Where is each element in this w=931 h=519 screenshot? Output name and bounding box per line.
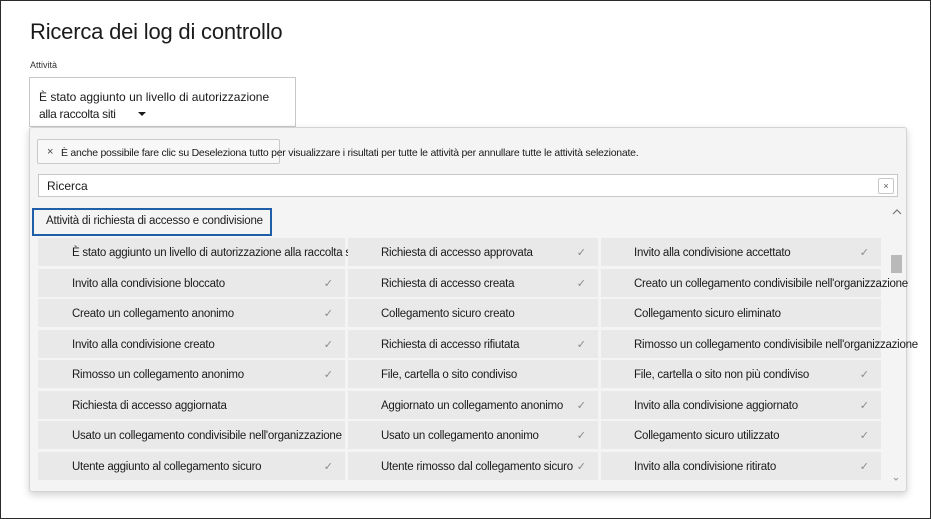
checkmark-icon: ✓ bbox=[323, 277, 333, 290]
activity-option[interactable]: Utente rimosso dal collegamento sicuro ✓ bbox=[348, 451, 598, 481]
scroll-down-icon[interactable] bbox=[893, 476, 899, 482]
activity-option-label: Invito alla condivisione creato bbox=[72, 338, 215, 351]
info-message-text: È anche possibile fare clic su Deselezio… bbox=[61, 147, 639, 159]
activity-option-label: Collegamento sicuro utilizzato bbox=[634, 430, 780, 442]
activity-option-label: È stato aggiunto un livello di autorizza… bbox=[72, 247, 359, 259]
activity-option[interactable]: Invito alla condivisione ritirato ✓ bbox=[601, 451, 881, 481]
activity-option[interactable]: Richiesta di accesso creata ✓ bbox=[348, 268, 598, 298]
activity-option-label: Richiesta di accesso approvata bbox=[381, 247, 533, 259]
activity-option[interactable]: Collegamento sicuro eliminato bbox=[601, 299, 881, 328]
checkmark-icon: ✓ bbox=[576, 247, 586, 259]
group-header-access-sharing[interactable]: Attività di richiesta di accesso e condi… bbox=[32, 208, 272, 236]
page-title: Ricerca dei log di controllo bbox=[30, 19, 283, 44]
activity-option-label: Collegamento sicuro eliminato bbox=[634, 308, 781, 320]
activity-option[interactable]: Usato un collegamento anonimo ✓ bbox=[348, 421, 598, 450]
activity-grid: È stato aggiunto un livello di autorizza… bbox=[38, 238, 918, 483]
checkmark-icon: ✓ bbox=[576, 399, 586, 412]
search-input[interactable] bbox=[39, 175, 869, 196]
checkmark-icon: ✓ bbox=[576, 338, 586, 351]
activity-option[interactable]: Utente aggiunto al collegamento sicuro ✓ bbox=[38, 451, 345, 481]
activity-option[interactable]: Collegamento sicuro utilizzato ✓ bbox=[601, 421, 881, 450]
activity-row: Usato un collegamento condivisibile nell… bbox=[38, 421, 883, 452]
activity-option[interactable]: Invito alla condivisione bloccato ✓ bbox=[38, 268, 345, 298]
activity-option-label: Usato un collegamento condivisibile nell… bbox=[72, 430, 342, 442]
activity-option-label: Invito alla condivisione aggiornato bbox=[634, 399, 798, 412]
group-header-label: Attività di richiesta di accesso e condi… bbox=[46, 215, 263, 227]
activity-option[interactable]: Richiesta di accesso approvata ✓ bbox=[348, 238, 598, 267]
clear-search-icon[interactable]: × bbox=[878, 178, 894, 194]
activity-option[interactable]: Richiesta di accesso rifiutata ✓ bbox=[348, 329, 598, 359]
activity-option-label: Aggiornato un collegamento anonimo bbox=[381, 399, 564, 412]
activity-option-label: Richiesta di accesso creata bbox=[381, 277, 515, 290]
activity-option[interactable]: È stato aggiunto un livello di autorizza… bbox=[38, 238, 359, 267]
checkmark-icon: ✓ bbox=[859, 460, 869, 473]
activity-row: Creato un collegamento anonimo ✓ Collegame… bbox=[38, 299, 883, 330]
activity-option[interactable]: Rimosso un collegamento condivisibile ne… bbox=[601, 329, 918, 359]
checkmark-icon: ✓ bbox=[576, 277, 586, 290]
activity-option-label: Rimosso un collegamento condivisibile ne… bbox=[634, 338, 918, 351]
activity-option[interactable]: Richiesta di accesso aggiornata bbox=[38, 390, 345, 420]
activities-label: Attività bbox=[30, 60, 58, 70]
activity-option-label: File, cartella o sito non più condiviso bbox=[634, 369, 809, 381]
activity-option-label: Utente rimosso dal collegamento sicuro bbox=[381, 460, 573, 473]
activity-option-label: Invito alla condivisione accettato bbox=[634, 247, 791, 259]
scrollbar[interactable] bbox=[890, 208, 904, 490]
select-value-line1: È stato aggiunto un livello di autorizza… bbox=[39, 90, 270, 104]
activities-select[interactable]: È stato aggiunto un livello di autorizza… bbox=[29, 77, 296, 127]
scrollbar-thumb[interactable] bbox=[891, 255, 902, 273]
activity-option[interactable]: Rimosso un collegamento anonimo ✓ bbox=[38, 360, 345, 389]
activity-option-label: Collegamento sicuro creato bbox=[381, 308, 515, 320]
checkmark-icon: ✓ bbox=[859, 430, 869, 442]
close-icon[interactable]: × bbox=[47, 146, 53, 158]
activities-dropdown-panel: × È anche possibile fare clic su Deselez… bbox=[29, 127, 918, 492]
checkmark-icon: ✓ bbox=[323, 369, 333, 381]
activity-option-label: Rimosso un collegamento anonimo bbox=[72, 369, 244, 381]
activity-row: Invito alla condivisione creato ✓ Richiest… bbox=[38, 329, 918, 361]
activity-option[interactable]: Collegamento sicuro creato bbox=[348, 299, 598, 328]
select-value-line2: alla raccolta siti bbox=[39, 107, 116, 121]
checkmark-icon: ✓ bbox=[323, 460, 333, 473]
checkmark-icon: ✓ bbox=[323, 338, 333, 351]
activity-option[interactable]: Invito alla condivisione creato ✓ bbox=[38, 329, 345, 359]
activity-row: Invito alla condivisione bloccato ✓ Richie… bbox=[38, 268, 908, 300]
chevron-down-icon[interactable] bbox=[137, 111, 146, 116]
activity-row: È stato aggiunto un livello di autorizza… bbox=[38, 238, 883, 269]
activity-option-label: Richiesta di accesso rifiutata bbox=[381, 338, 520, 351]
checkmark-icon: ✓ bbox=[323, 308, 333, 320]
info-message: × È anche possibile fare clic su Deselez… bbox=[37, 139, 639, 164]
activity-row: Rimosso un collegamento anonimo ✓ File, ca… bbox=[38, 360, 883, 391]
checkmark-icon: ✓ bbox=[576, 430, 586, 442]
activity-option-label: Creato un collegamento anonimo bbox=[72, 308, 234, 320]
activity-option-label: File, cartella o sito condiviso bbox=[381, 369, 518, 381]
activity-option-label: Utente aggiunto al collegamento sicuro bbox=[72, 460, 262, 473]
activity-option-label: Invito alla condivisione ritirato bbox=[634, 460, 776, 473]
activity-option-label: Creato un collegamento condivisibile nel… bbox=[634, 277, 908, 290]
activity-option[interactable]: Creato un collegamento condivisibile nel… bbox=[601, 268, 908, 298]
activity-option[interactable]: File, cartella o sito non più condiviso ✓ bbox=[601, 360, 881, 389]
activity-option-label: Invito alla condivisione bloccato bbox=[72, 277, 225, 290]
activity-row: Richiesta di accesso aggiornata Aggiornat… bbox=[38, 390, 883, 422]
checkmark-icon: ✓ bbox=[859, 369, 869, 381]
checkmark-icon: ✓ bbox=[576, 460, 586, 473]
checkmark-icon: ✓ bbox=[859, 399, 869, 412]
activity-option[interactable]: File, cartella o sito condiviso bbox=[348, 360, 598, 389]
activity-option[interactable]: Creato un collegamento anonimo ✓ bbox=[38, 299, 345, 328]
search-box: × bbox=[38, 174, 898, 197]
activity-option[interactable]: Aggiornato un collegamento anonimo ✓ bbox=[348, 390, 598, 420]
activity-option-label: Richiesta di accesso aggiornata bbox=[72, 399, 227, 412]
activity-row: Utente aggiunto al collegamento sicuro ✓ U… bbox=[38, 451, 883, 483]
activity-option[interactable]: Invito alla condivisione aggiornato ✓ bbox=[601, 390, 881, 420]
activity-option[interactable]: Invito alla condivisione accettato ✓ bbox=[601, 238, 881, 267]
activity-option-label: Usato un collegamento anonimo bbox=[381, 430, 539, 442]
scroll-up-icon[interactable] bbox=[892, 208, 902, 216]
checkmark-icon: ✓ bbox=[859, 247, 869, 259]
activity-option[interactable]: Usato un collegamento condivisibile nell… bbox=[38, 421, 345, 450]
